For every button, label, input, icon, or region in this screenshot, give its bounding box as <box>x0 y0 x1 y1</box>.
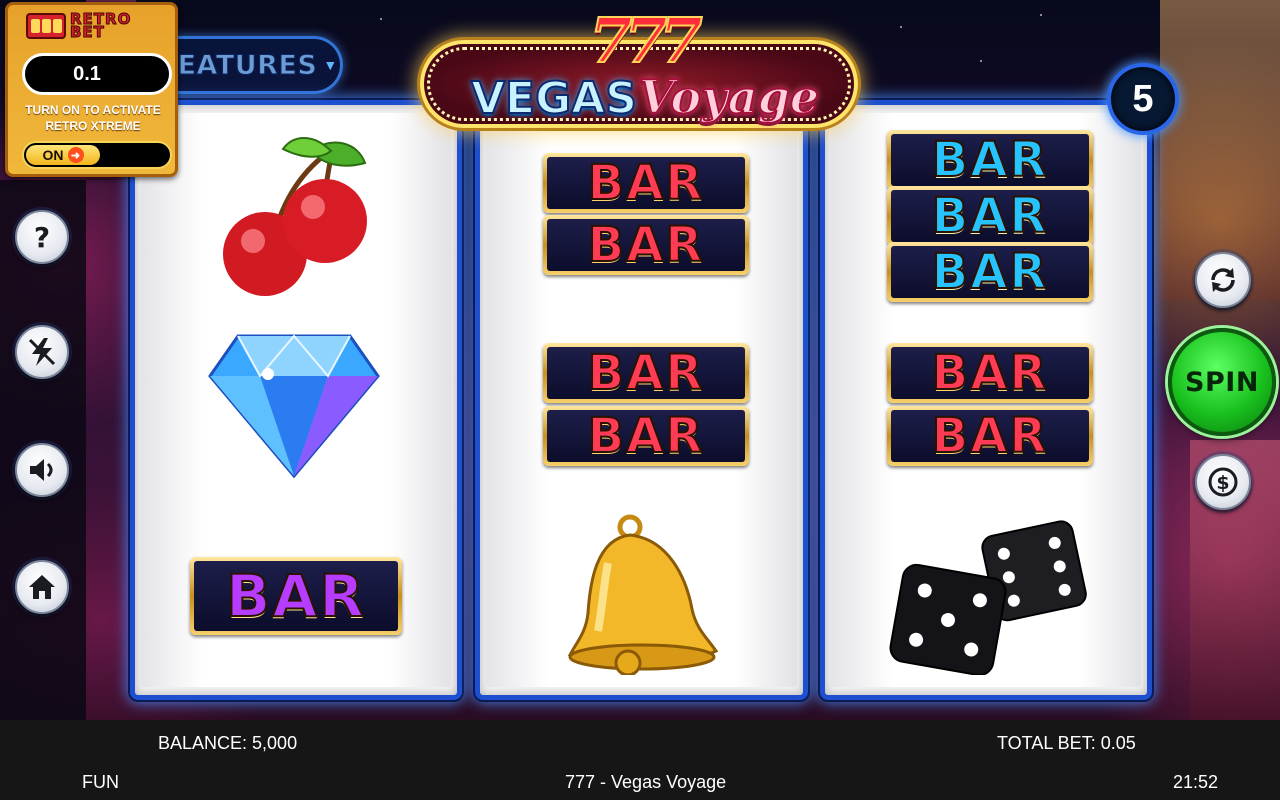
bet-coin-icon: $ <box>1208 467 1238 497</box>
retro-bet-logo: RETRO BET <box>26 11 131 40</box>
retro-caption-line1: TURN ON TO ACTIVATE <box>25 103 161 117</box>
bet-button[interactable]: $ <box>1195 454 1251 510</box>
total-bet-text: TOTAL BET: 0.05 <box>997 733 1136 753</box>
logo-777: 777 <box>588 3 703 78</box>
arrow-right-icon: ➜ <box>67 147 84 163</box>
reel-2: BAR BAR BAR BAR <box>475 100 808 700</box>
footer-bar: BALANCE: 5,000 TOTAL BET: 0.05 FUN 777 -… <box>0 720 1280 800</box>
speaker-icon <box>30 459 53 481</box>
slot-reels-icon <box>26 13 66 39</box>
game-logo: VEGAS Voyage <box>460 69 830 130</box>
lines-count-badge: 5 <box>1107 63 1179 135</box>
home-icon <box>29 575 55 599</box>
retro-bet-panel: RETRO BET 0.1 TURN ON TO ACTIVATE RETRO … <box>5 2 178 177</box>
dice-symbol <box>889 520 1087 675</box>
retro-caption-line2: RETRO XTREME <box>45 119 141 133</box>
cherries-symbol <box>223 137 367 296</box>
play-mode-text: FUN <box>82 772 119 792</box>
balance-text: BALANCE: 5,000 <box>158 733 298 753</box>
bar-symbol: BAR <box>190 557 402 635</box>
bar-symbol: BAR <box>543 153 749 213</box>
svg-text:?: ? <box>34 221 50 253</box>
svg-text:$: $ <box>1216 472 1229 494</box>
bar-symbol: BAR <box>543 343 749 403</box>
turbo-button[interactable] <box>15 325 69 379</box>
bar-symbol: BAR <box>543 215 749 275</box>
home-button[interactable] <box>15 560 69 614</box>
diamond-symbol <box>208 334 380 479</box>
retro-caption: TURN ON TO ACTIVATE RETRO XTREME <box>14 102 172 134</box>
retro-bet-value[interactable]: 0.1 <box>22 53 172 95</box>
logo-word-vegas: VEGAS <box>470 72 638 125</box>
bar-symbol: BAR <box>887 242 1093 302</box>
help-icon: ? <box>34 221 50 253</box>
bar-symbol: BAR <box>887 186 1093 246</box>
reel-3: BAR BAR BAR BAR BAR <box>820 100 1152 700</box>
spin-button[interactable]: SPIN <box>1168 328 1276 436</box>
game-title-text: 777 - Vegas Voyage <box>565 772 727 792</box>
help-button[interactable]: ? <box>15 210 69 264</box>
autoplay-refresh-icon <box>1211 268 1235 292</box>
bell-symbol <box>568 514 719 675</box>
clock-text: 21:52 <box>1173 772 1219 792</box>
logo-word-voyage: Voyage <box>638 69 820 125</box>
reel-1: BAR <box>130 100 462 700</box>
features-label: FEATURES <box>158 49 318 81</box>
bar-symbol: BAR <box>887 130 1093 190</box>
bar-symbol: BAR <box>887 406 1093 466</box>
sound-button[interactable] <box>15 443 69 497</box>
bar-symbol: BAR <box>543 406 749 466</box>
bar-symbol: BAR <box>887 343 1093 403</box>
lightning-icon <box>28 338 56 366</box>
toggle-label: ON <box>42 147 64 163</box>
autoplay-button[interactable] <box>1195 252 1251 308</box>
retro-xtreme-toggle[interactable]: ON ➜ <box>22 141 172 169</box>
chevron-down-icon: ▼ <box>323 57 338 73</box>
